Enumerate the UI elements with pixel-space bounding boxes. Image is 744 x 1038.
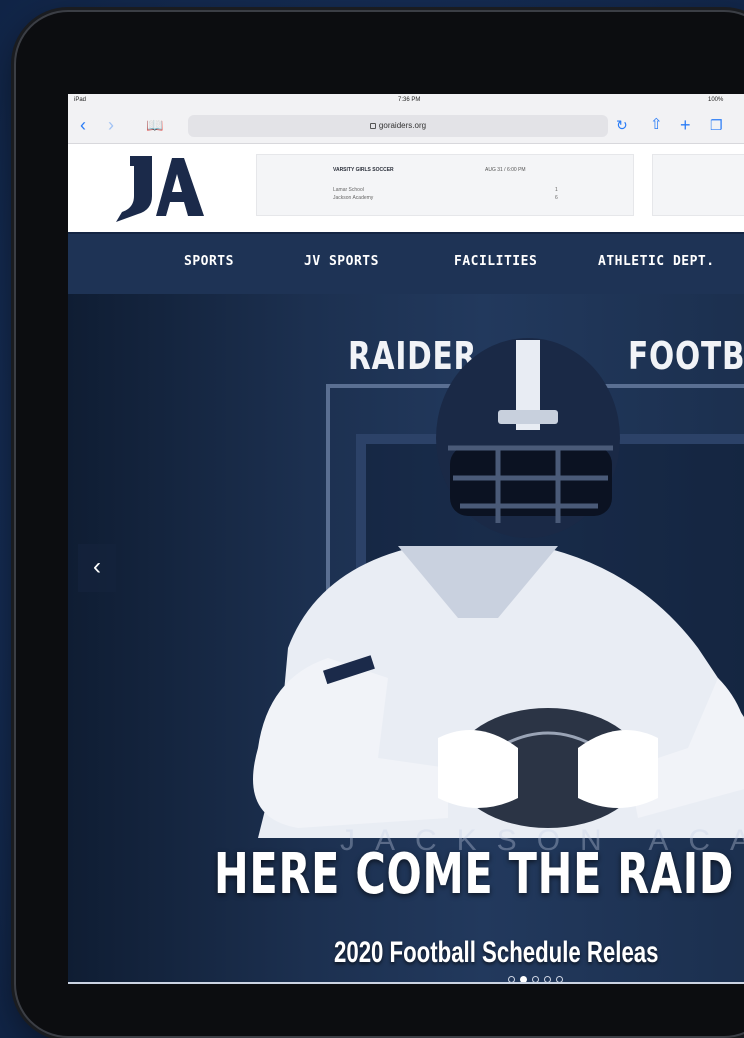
scoreboard-score: 1: [555, 187, 558, 193]
reload-icon[interactable]: ↻: [616, 115, 628, 135]
forward-chevron-icon[interactable]: ›: [108, 115, 114, 135]
bookmarks-icon[interactable]: 📖: [146, 115, 163, 135]
scoreboard-title: VARSITY GIRLS SOCCER: [333, 167, 394, 173]
hero-subline[interactable]: 2020 Football Schedule Releas: [334, 936, 659, 970]
browser-toolbar: ‹ › 📖 goraiders.org ↻ ⇧ + ❐: [68, 108, 744, 144]
hero-divider: [68, 982, 744, 984]
status-bar: iPad 7:36 PM 100%: [68, 94, 744, 108]
url-text: goraiders.org: [378, 121, 427, 130]
clock: 7:36 PM: [398, 97, 421, 103]
battery-label: 100%: [708, 97, 724, 103]
football-player-image: [253, 338, 744, 838]
carousel-prev-chevron-icon[interactable]: ‹: [78, 544, 116, 592]
hero-carousel[interactable]: RAIDER FOOTBA: [68, 294, 744, 984]
address-bar[interactable]: goraiders.org: [188, 115, 608, 137]
scoreboard-team: Jackson Academy: [333, 195, 374, 201]
nav-item-athletic-dept[interactable]: ATHLETIC DEPT.: [598, 254, 715, 269]
scoreboard-score: 6: [555, 195, 558, 201]
nav-item-sports[interactable]: SPORTS: [184, 254, 234, 269]
back-chevron-icon[interactable]: ‹: [80, 115, 86, 135]
site-header: JA VARSITY GIRLS SOCCER AUG 31 / 6:00 PM…: [68, 144, 744, 232]
main-nav: SPORTS JV SPORTS FACILITIES ATHLETIC DEP…: [68, 232, 744, 294]
scoreboard-card-next[interactable]: [652, 154, 744, 216]
tablet-frame: iPad 7:36 PM 100% ‹ › 📖 goraiders.org ↻ …: [16, 12, 744, 1036]
hero-headline: HERE COME THE RAID: [214, 842, 735, 907]
scoreboard-date: AUG 31 / 6:00 PM: [485, 167, 526, 173]
tablet-screen: iPad 7:36 PM 100% ‹ › 📖 goraiders.org ↻ …: [68, 94, 744, 984]
device-label: iPad: [74, 97, 87, 103]
nav-item-jv-sports[interactable]: JV SPORTS: [304, 254, 379, 269]
new-tab-plus-icon[interactable]: +: [680, 115, 691, 135]
nav-item-facilities[interactable]: FACILITIES: [454, 254, 537, 269]
lock-icon: [369, 122, 376, 129]
tabs-icon[interactable]: ❐: [710, 115, 723, 135]
scoreboard-card[interactable]: VARSITY GIRLS SOCCER AUG 31 / 6:00 PM La…: [256, 154, 634, 216]
share-icon[interactable]: ⇧: [650, 115, 663, 135]
ja-logo[interactable]: JA: [112, 152, 208, 224]
scoreboard-team: Lamar School: [333, 187, 364, 193]
